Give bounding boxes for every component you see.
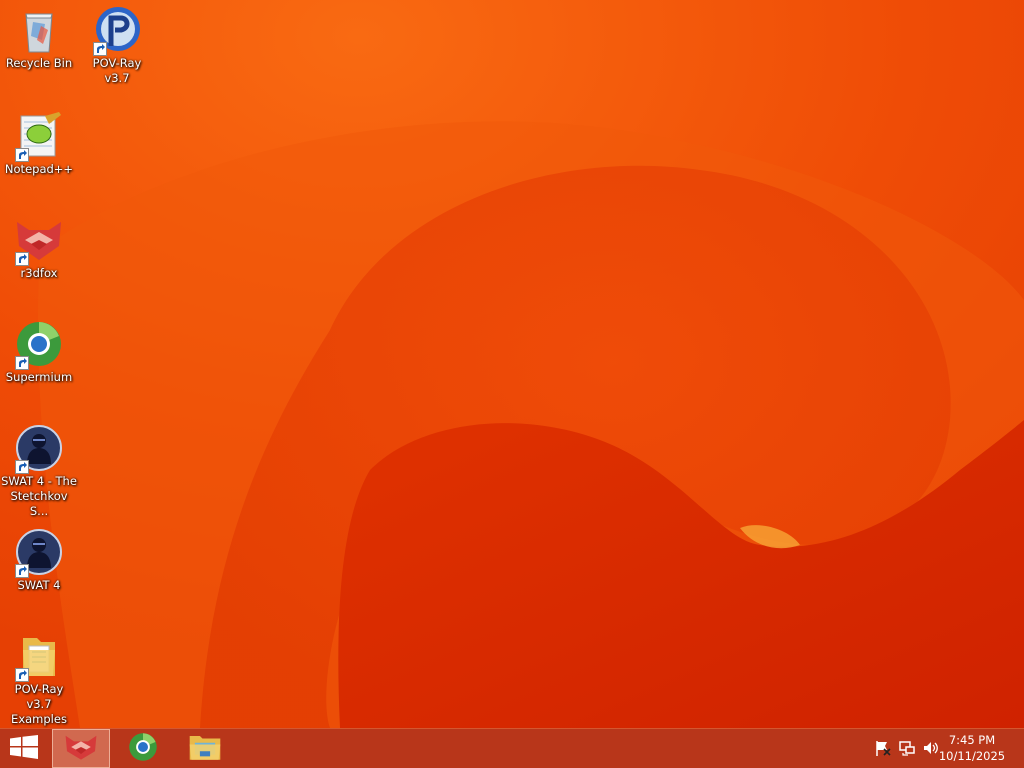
taskbar: 7:45 PM 10/11/2025 [0,728,1024,768]
shortcut-arrow-icon [15,564,29,578]
network-icon[interactable] [898,739,916,757]
desktop-icon-swat4-stetchkov[interactable]: SWAT 4 - The Stetchkov S... [1,424,77,519]
desktop-icon-label: SWAT 4 - The Stetchkov S... [1,474,77,518]
desktop-icon-label: r3dfox [20,266,58,280]
desktop-icon-recycle-bin[interactable]: Recycle Bin [1,6,77,71]
desktop-icon-supermium[interactable]: Supermium [1,320,77,385]
desktop-icon-povray-examples[interactable]: POV-Ray v3.7 Examples [1,632,77,727]
desktop[interactable]: Recycle Bin POV-Ray v3.7 Notepad++ r3dfo… [0,0,1024,728]
povray-icon [93,6,141,56]
taskbar-button-file-explorer[interactable] [176,729,234,768]
desktop-icon-swat4[interactable]: SWAT 4 [1,528,77,593]
desktop-icon-label: SWAT 4 [17,578,61,592]
swat4-icon [15,424,63,474]
desktop-icon-label: Supermium [5,370,73,384]
taskbar-button-supermium[interactable] [114,729,172,768]
swat4-icon [15,528,63,578]
wallpaper [0,0,1024,728]
shortcut-arrow-icon [15,356,29,370]
clock-date: 10/11/2025 [938,749,1006,763]
desktop-icon-label: POV-Ray v3.7 [92,56,142,85]
supermium-icon [128,732,158,766]
taskbar-clock[interactable]: 7:45 PM 10/11/2025 [932,732,1012,764]
desktop-icon-notepadpp[interactable]: Notepad++ [1,112,77,177]
shortcut-arrow-icon [15,148,29,162]
shortcut-arrow-icon [15,668,29,682]
shortcut-arrow-icon [15,252,29,266]
recycle-bin-icon [15,6,63,54]
action-center-flag-icon[interactable] [874,739,892,757]
supermium-icon [15,320,63,370]
shortcut-arrow-icon [93,42,107,56]
desktop-icon-label: Recycle Bin [5,56,73,70]
clock-time: 7:45 PM [948,733,996,747]
desktop-icon-label: Notepad++ [4,162,74,176]
file-explorer-icon [188,732,222,766]
taskbar-button-r3dfox[interactable] [52,729,110,768]
r3dfox-icon [15,216,63,266]
folder-icon [15,632,63,682]
desktop-icon-label: POV-Ray v3.7 Examples [11,682,67,726]
start-button[interactable] [0,729,48,768]
desktop-icon-r3dfox[interactable]: r3dfox [1,216,77,281]
notepadpp-icon [15,112,63,162]
windows-logo-icon [10,734,38,763]
r3dfox-icon [64,733,98,765]
shortcut-arrow-icon [15,460,29,474]
desktop-icon-povray[interactable]: POV-Ray v3.7 [79,6,155,86]
